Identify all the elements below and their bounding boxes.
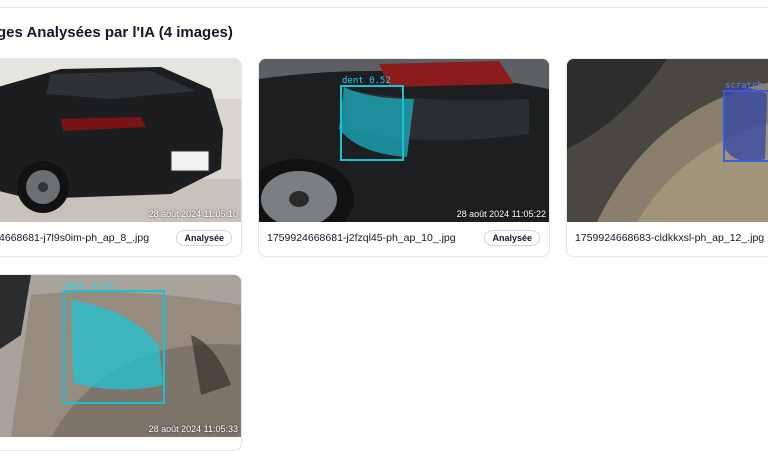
detection-box: dent 0.52 [63, 281, 165, 404]
image-card[interactable]: scratch 0 1759924668683-cldkkxsl-ph_ap_1… [566, 58, 768, 257]
car-photo-thumbnail[interactable]: 28 août 2024 11:05:10 [0, 59, 241, 222]
car-photo-thumbnail[interactable]: dent 0.52 28 août 2024 11:05:22 [259, 59, 549, 222]
top-bar [0, 0, 768, 8]
detection-label: dent 0.52 [65, 281, 114, 291]
file-name: 1759924668681-j2fzql45-ph_ap_10_.jpg [267, 232, 456, 244]
detection-box: dent 0.52 [340, 76, 404, 161]
card-footer: 4668681-j7l9s0im-ph_ap_8_.jpg Analysée [0, 222, 241, 256]
photo-timestamp: 28 août 2024 11:05:10 [148, 209, 238, 219]
photo-timestamp: 28 août 2024 11:05:33 [148, 424, 238, 434]
car-photo [259, 59, 549, 222]
file-name: 1759924668683-cldkkxsl-ph_ap_12_.jpg [575, 232, 765, 244]
status-badge: Analysée [484, 230, 540, 246]
detection-label: scratch 0 [725, 81, 768, 91]
image-card[interactable]: 28 août 2024 11:05:10 4668681-j7l9s0im-p… [0, 58, 242, 257]
card-footer: 1759924668683-cldkkxsl-ph_ap_12_.jpg [567, 222, 768, 256]
car-photo-thumbnail[interactable]: dent 0.52 28 août 2024 11:05:33 [0, 275, 241, 437]
detection-label: dent 0.52 [342, 76, 391, 86]
photo-timestamp: 28 août 2024 11:05:22 [456, 209, 546, 219]
card-footer: 1759924668681-j2fzql45-ph_ap_10_.jpg Ana… [259, 222, 549, 256]
status-badge: Analysée [176, 230, 232, 246]
image-card[interactable]: dent 0.52 28 août 2024 11:05:33 [0, 274, 242, 451]
file-name: 4668681-j7l9s0im-ph_ap_8_.jpg [0, 232, 150, 244]
section-title: ges Analysées par l'IA (4 images) [0, 24, 233, 41]
car-photo-thumbnail[interactable]: scratch 0 [567, 59, 768, 222]
car-photo [0, 59, 241, 222]
detection-box: scratch 0 [723, 81, 768, 162]
image-card[interactable]: dent 0.52 28 août 2024 11:05:22 17599246… [258, 58, 550, 257]
